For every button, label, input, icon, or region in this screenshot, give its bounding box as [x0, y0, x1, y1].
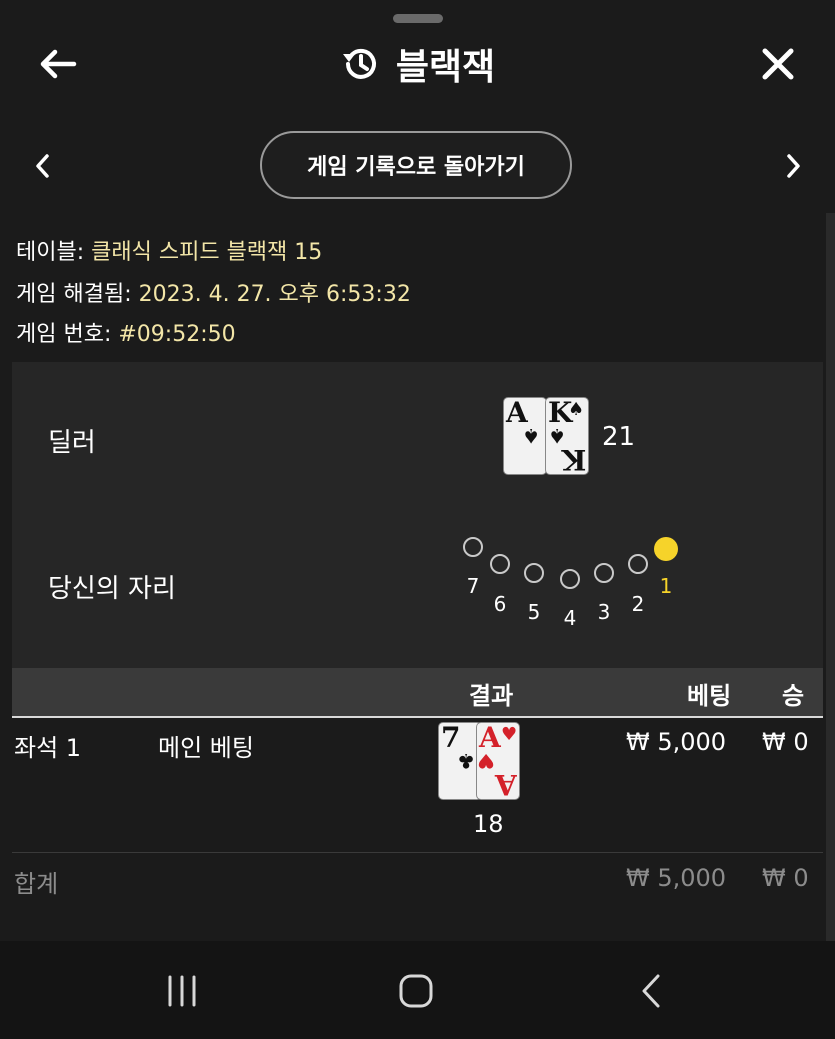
page-title-text: 블랙잭 [395, 47, 496, 88]
card-suit: ♥ [501, 724, 518, 745]
home-icon [399, 974, 433, 1008]
bet-amount-cell: ₩ 5,000 [626, 728, 727, 756]
seat-4-circle [560, 569, 580, 589]
seat-1-number-active: 1 [659, 574, 673, 598]
seat-cell: 좌석 1 [14, 734, 82, 762]
back-to-history-button[interactable]: 게임 기록으로 돌아가기 [260, 131, 572, 199]
result-column-header: 결과 [469, 682, 514, 710]
resolved-info: 게임 해결됨: 2023. 4. 27. 오후 6:53:32 [16, 276, 411, 308]
system-back-button[interactable] [636, 972, 666, 1014]
game-number-label: 게임 번호: [16, 322, 112, 347]
seat-3-circle [594, 563, 614, 583]
card-rank-bottom: K [561, 443, 586, 476]
seat-7-number: 7 [466, 574, 480, 598]
close-button[interactable] [758, 44, 798, 84]
card-rank-bottom: A [495, 768, 517, 801]
playing-card: K ♠ ♠ K [546, 398, 588, 476]
history-icon [342, 48, 376, 79]
hand-total: 18 [473, 810, 504, 838]
recents-icon [168, 975, 196, 1007]
chevron-right-icon [787, 154, 800, 178]
seat-7-circle [463, 537, 483, 557]
table-value: 클래식 스피드 블랙잭 15 [91, 240, 323, 265]
total-win: ₩ 0 [762, 864, 809, 892]
card-suit: ♠ [522, 424, 540, 448]
seat-5-circle [524, 563, 544, 583]
next-game-button[interactable] [782, 150, 806, 182]
resolved-value: 2023. 4. 27. 오후 6:53:32 [138, 282, 411, 307]
game-detail-panel [12, 362, 823, 668]
win-amount-cell: ₩ 0 [762, 728, 809, 756]
total-label: 합계 [14, 870, 59, 898]
page-title: 블랙잭 [0, 38, 835, 90]
playing-card: 7 ♣ [439, 723, 481, 799]
bet-column-header: 베팅 [687, 682, 732, 710]
card-suit: ♣ [457, 749, 475, 773]
table-info: 테이블: 클래식 스피드 블랙잭 15 [16, 234, 322, 266]
win-column-header: 승 [782, 682, 805, 710]
playing-card: A ♥ ♥ A [477, 723, 519, 801]
divider [12, 852, 823, 853]
dealer-total: 21 [602, 422, 636, 452]
seat-6-number: 6 [493, 592, 507, 616]
card-suit: ♠ [568, 399, 585, 420]
close-icon [762, 48, 794, 80]
seat-5-number: 5 [527, 600, 541, 624]
dealer-label: 딜러 [48, 428, 96, 458]
sheet-drag-handle[interactable] [393, 14, 443, 23]
home-button[interactable] [397, 972, 435, 1014]
seat-4-number: 4 [563, 606, 577, 630]
total-bet: ₩ 5,000 [626, 864, 727, 892]
playing-card: A ♠ [504, 398, 546, 474]
scrollbar[interactable] [826, 213, 835, 941]
seat-2-number: 2 [631, 592, 645, 616]
seat-1-circle-active [654, 537, 678, 561]
resolved-label: 게임 해결됨: [16, 282, 132, 307]
back-icon [642, 974, 660, 1008]
table-label: 테이블: [16, 240, 85, 265]
prev-game-button[interactable] [30, 150, 54, 182]
chevron-left-icon [36, 154, 49, 178]
game-number-value: #09:52:50 [118, 322, 236, 347]
your-seat-label: 당신의 자리 [48, 574, 176, 604]
bet-type-cell: 메인 베팅 [158, 734, 254, 762]
recents-button[interactable] [164, 974, 200, 1012]
seat-3-number: 3 [597, 600, 611, 624]
seat-2-circle [628, 554, 648, 574]
game-number-info: 게임 번호: #09:52:50 [16, 316, 236, 348]
card-suit-bottom: ♥ [477, 749, 495, 773]
seat-6-circle [490, 554, 510, 574]
